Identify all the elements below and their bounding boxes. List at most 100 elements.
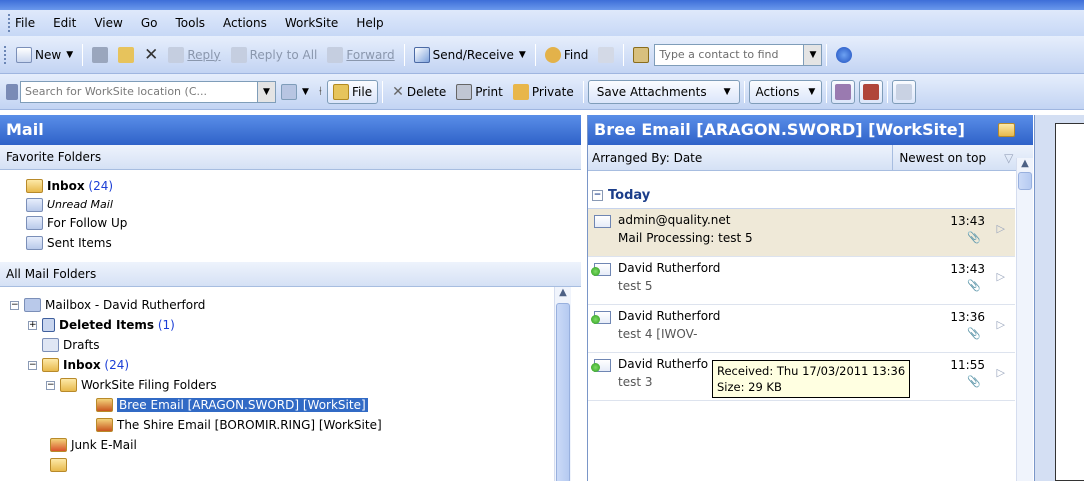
message-item[interactable]: admin@quality.net Mail Processing: test …	[588, 209, 1015, 257]
read-envelope-icon	[591, 359, 611, 372]
filter-button[interactable]: ▼	[276, 79, 314, 105]
message-tooltip: Received: Thu 17/03/2011 13:36 Size: 29 …	[712, 360, 911, 398]
scroll-up-icon[interactable]: ▲	[1017, 158, 1033, 172]
chevron-down-icon[interactable]: ▼	[808, 87, 815, 97]
find-button[interactable]: Find	[540, 42, 594, 68]
worksite-browse-button[interactable]	[859, 79, 884, 104]
send-receive-button[interactable]: Send/Receive ▼	[409, 42, 531, 68]
worksite-folder-icon	[96, 398, 113, 412]
file-button[interactable]: File	[327, 79, 379, 104]
folder-tree-scroll-thumb[interactable]	[556, 303, 570, 481]
all-mail-folders-header[interactable]: All Mail Folders	[0, 262, 581, 287]
new-mail-icon	[16, 46, 32, 63]
reading-pane[interactable]	[1055, 123, 1084, 481]
flag-icon[interactable]: ▷	[997, 366, 1005, 379]
private-button[interactable]: Private	[508, 79, 579, 105]
tree-mailbox[interactable]: − Mailbox - David Rutherford	[10, 295, 581, 315]
menu-view[interactable]: View	[94, 16, 122, 30]
tree-worksite-filing-folders[interactable]: − WorkSite Filing Folders	[10, 375, 581, 395]
save-attachments-button[interactable]: Save Attachments ▼	[587, 79, 740, 104]
address-book-button[interactable]	[628, 42, 654, 68]
reading-pane-edge	[1034, 115, 1084, 481]
menu-file[interactable]: File	[15, 16, 35, 30]
delete-toolbar-button[interactable]: ✕	[139, 42, 163, 68]
message-list-scrollbar[interactable]: ▲	[1016, 158, 1033, 481]
flag-icon[interactable]: ▷	[997, 222, 1005, 235]
message-subject: test 4 [IWOV-	[618, 327, 698, 341]
reply-all-button[interactable]: Reply to All	[226, 42, 323, 68]
group-today[interactable]: − Today	[588, 183, 1015, 209]
chevron-down-icon[interactable]: ▼	[302, 87, 309, 97]
expand-icon[interactable]: +	[28, 320, 37, 330]
collapse-icon[interactable]: −	[592, 190, 603, 201]
reply-label: Reply	[187, 47, 221, 62]
folder-icon	[50, 458, 67, 472]
help-button[interactable]	[831, 42, 857, 68]
tree-inbox[interactable]: − Inbox (24)	[10, 355, 581, 375]
arranged-by-header[interactable]: Arranged By: Date	[588, 145, 894, 170]
navigation-pane: Mail Favorite Folders Inbox (24) Unread …	[0, 115, 581, 481]
flag-icon[interactable]: ▷	[997, 318, 1005, 331]
worksite-location-search-input[interactable]: Search for WorkSite location (C...	[20, 80, 258, 103]
message-item[interactable]: David Rutherford test 4 [IWOV- 13:36 📎 ▷	[588, 305, 1015, 353]
toolbar-separator	[82, 43, 84, 66]
message-list-scroll-thumb[interactable]	[1018, 172, 1032, 190]
move-to-folder-button[interactable]	[113, 42, 139, 68]
tree-junk-email[interactable]: Junk E-Mail	[10, 435, 581, 455]
message-item[interactable]: David Rutherford test 5 13:43 📎 ▷	[588, 257, 1015, 305]
tree-deleted-items[interactable]: + Deleted Items (1)	[10, 315, 581, 335]
favorite-inbox[interactable]: Inbox (24)	[26, 176, 581, 196]
actions-button[interactable]: Actions ▼	[748, 79, 823, 104]
favorite-sent-items[interactable]: Sent Items	[26, 233, 581, 253]
contact-dropdown-chevron-icon[interactable]: ▼	[804, 43, 823, 66]
file-icon	[333, 83, 349, 100]
arranged-by-label: Arranged By: Date	[592, 150, 703, 165]
collapse-icon[interactable]: −	[46, 380, 55, 390]
menu-worksite[interactable]: WorkSite	[285, 16, 338, 30]
worksite-menu-button[interactable]	[4, 79, 20, 105]
tree-shire-email[interactable]: The Shire Email [BOROMIR.RING] [WorkSite…	[10, 415, 581, 435]
window-title-strip	[0, 0, 1084, 10]
delete-button[interactable]: ✕ Delete	[387, 79, 451, 105]
sort-order-header[interactable]: Newest on top ▽	[893, 151, 1033, 165]
toolbar-grip[interactable]	[4, 45, 7, 64]
print-button[interactable]: Print	[451, 79, 508, 105]
send-receive-label: Send/Receive	[432, 47, 514, 62]
tree-bree-email[interactable]: Bree Email [ARAGON.SWORD] [WorkSite]	[10, 395, 581, 415]
chevron-down-icon[interactable]: ▼	[519, 50, 526, 60]
new-button[interactable]: New ▼	[11, 42, 78, 68]
worksite-logo-icon	[863, 83, 880, 100]
forward-button[interactable]: Forward	[322, 42, 399, 68]
location-dropdown-chevron-icon[interactable]: ▼	[258, 80, 276, 103]
menu-tools[interactable]: Tools	[175, 16, 205, 30]
organize-button[interactable]	[593, 42, 619, 68]
collapse-icon[interactable]: −	[28, 360, 37, 370]
worksite-search-button[interactable]	[831, 79, 856, 104]
favorite-unread-mail[interactable]: Unread Mail	[26, 196, 581, 213]
flag-icon[interactable]: ▷	[997, 270, 1005, 283]
toolbar-separator	[534, 43, 536, 66]
paperclip-icon: 📎	[967, 231, 981, 244]
menu-help[interactable]: Help	[356, 16, 383, 30]
scroll-up-icon[interactable]: ▲	[555, 287, 571, 303]
reply-button[interactable]: Reply	[163, 42, 225, 68]
menu-edit[interactable]: Edit	[53, 16, 76, 30]
tree-partial-folder[interactable]	[10, 455, 581, 475]
menu-actions[interactable]: Actions	[223, 16, 267, 30]
favorite-for-follow-up[interactable]: For Follow Up	[26, 213, 581, 233]
tree-drafts[interactable]: Drafts	[10, 335, 581, 355]
file-label: File	[352, 84, 373, 99]
favorite-folders-header[interactable]: Favorite Folders	[0, 145, 581, 170]
print-icon	[456, 83, 473, 100]
print-toolbar-button[interactable]	[87, 42, 113, 68]
menu-go[interactable]: Go	[141, 16, 158, 30]
folder-tree-scrollbar[interactable]: ▲	[554, 287, 571, 481]
collapse-icon[interactable]: −	[10, 300, 19, 310]
mailbox-icon	[24, 298, 41, 312]
menu-grip[interactable]	[8, 14, 11, 32]
contact-search-input[interactable]: Type a contact to find	[654, 43, 805, 66]
chevron-down-icon[interactable]: ▼	[66, 50, 73, 60]
chevron-down-icon[interactable]: ▼	[724, 87, 731, 97]
refresh-button[interactable]	[892, 79, 917, 104]
pin-button[interactable]: ⍿	[314, 79, 327, 105]
